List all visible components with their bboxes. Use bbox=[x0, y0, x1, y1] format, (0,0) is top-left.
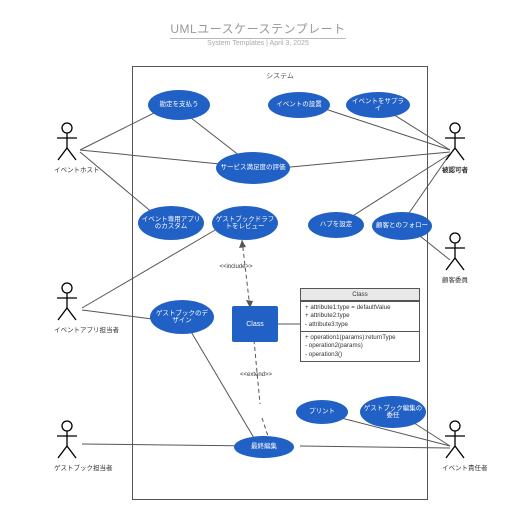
usecase-pay[interactable]: 勘定を支払う bbox=[148, 90, 210, 120]
actor-label: イベントホスト bbox=[54, 164, 80, 174]
page-meta: System Templates | April 3, 2025 bbox=[0, 40, 516, 47]
system-boundary: システム bbox=[132, 66, 428, 500]
op-row: + operation1(params):returnType bbox=[305, 334, 415, 342]
usecase-set-hub[interactable]: ハブを設定 bbox=[308, 212, 364, 238]
usecase-satisfaction[interactable]: サービス満足度の評価 bbox=[216, 152, 290, 184]
class-box-attrs: + attribute1:type = defaultValue + attri… bbox=[301, 301, 419, 331]
stereo-extend: <<extend>> bbox=[236, 372, 276, 378]
attr-row: + attribute1:type = defaultValue bbox=[305, 304, 415, 312]
usecase-supply[interactable]: イベントをサプライ bbox=[346, 92, 410, 118]
actor-label: ゲストブック担当者 bbox=[54, 462, 80, 472]
system-label: システム bbox=[133, 71, 427, 81]
attr-row: + attribute2:type bbox=[305, 312, 415, 320]
class-detail-box[interactable]: Class + attribute1:type = defaultValue +… bbox=[300, 288, 420, 362]
usecase-design[interactable]: ゲストブックのデザイン bbox=[150, 300, 214, 334]
usecase-delegate-edit[interactable]: ゲストブック編集の委任 bbox=[360, 396, 426, 428]
stereo-include: <<include>> bbox=[216, 264, 256, 270]
page-title: UMLユースケーステンプレート bbox=[0, 20, 516, 37]
class-node[interactable]: Class bbox=[232, 306, 278, 342]
actor-label: イベント責任者 bbox=[442, 462, 468, 472]
attr-row: - attribute3:type bbox=[305, 321, 415, 329]
op-row: - operation3() bbox=[305, 351, 415, 359]
actor-label: 被認可者 bbox=[442, 164, 468, 174]
actor-app-staff[interactable]: イベントアプリ担当者 bbox=[54, 282, 80, 334]
diagram-canvas: { "header": { "title": "UMLユースケーステンプレート"… bbox=[0, 0, 516, 516]
class-box-title: Class bbox=[301, 289, 419, 301]
op-row: - operation2(params) bbox=[305, 342, 415, 350]
actor-event-manager[interactable]: イベント責任者 bbox=[442, 420, 468, 472]
actor-guestbook-staff[interactable]: ゲストブック担当者 bbox=[54, 420, 80, 472]
actor-committee[interactable]: 顧客委員 bbox=[442, 232, 468, 284]
actor-host[interactable]: イベントホスト bbox=[54, 122, 80, 174]
actor-label: イベントアプリ担当者 bbox=[54, 324, 80, 334]
class-box-ops: + operation1(params):returnType - operat… bbox=[301, 331, 419, 361]
usecase-setup[interactable]: イベントの設置 bbox=[268, 92, 330, 118]
usecase-review-draft[interactable]: ゲストブックドラフトをレビュー bbox=[212, 206, 278, 240]
usecase-print[interactable]: プリント bbox=[296, 400, 348, 424]
actor-label: 顧客委員 bbox=[442, 274, 468, 284]
usecase-follow[interactable]: 顧客とのフォロー bbox=[372, 212, 432, 240]
usecase-app-custom[interactable]: イベント専用アプリのカスタム bbox=[138, 206, 204, 240]
title-text: UMLユースケーステンプレート bbox=[170, 22, 345, 39]
usecase-final-edit[interactable]: 最終編集 bbox=[234, 436, 294, 458]
actor-authorized[interactable]: 被認可者 bbox=[442, 122, 468, 174]
